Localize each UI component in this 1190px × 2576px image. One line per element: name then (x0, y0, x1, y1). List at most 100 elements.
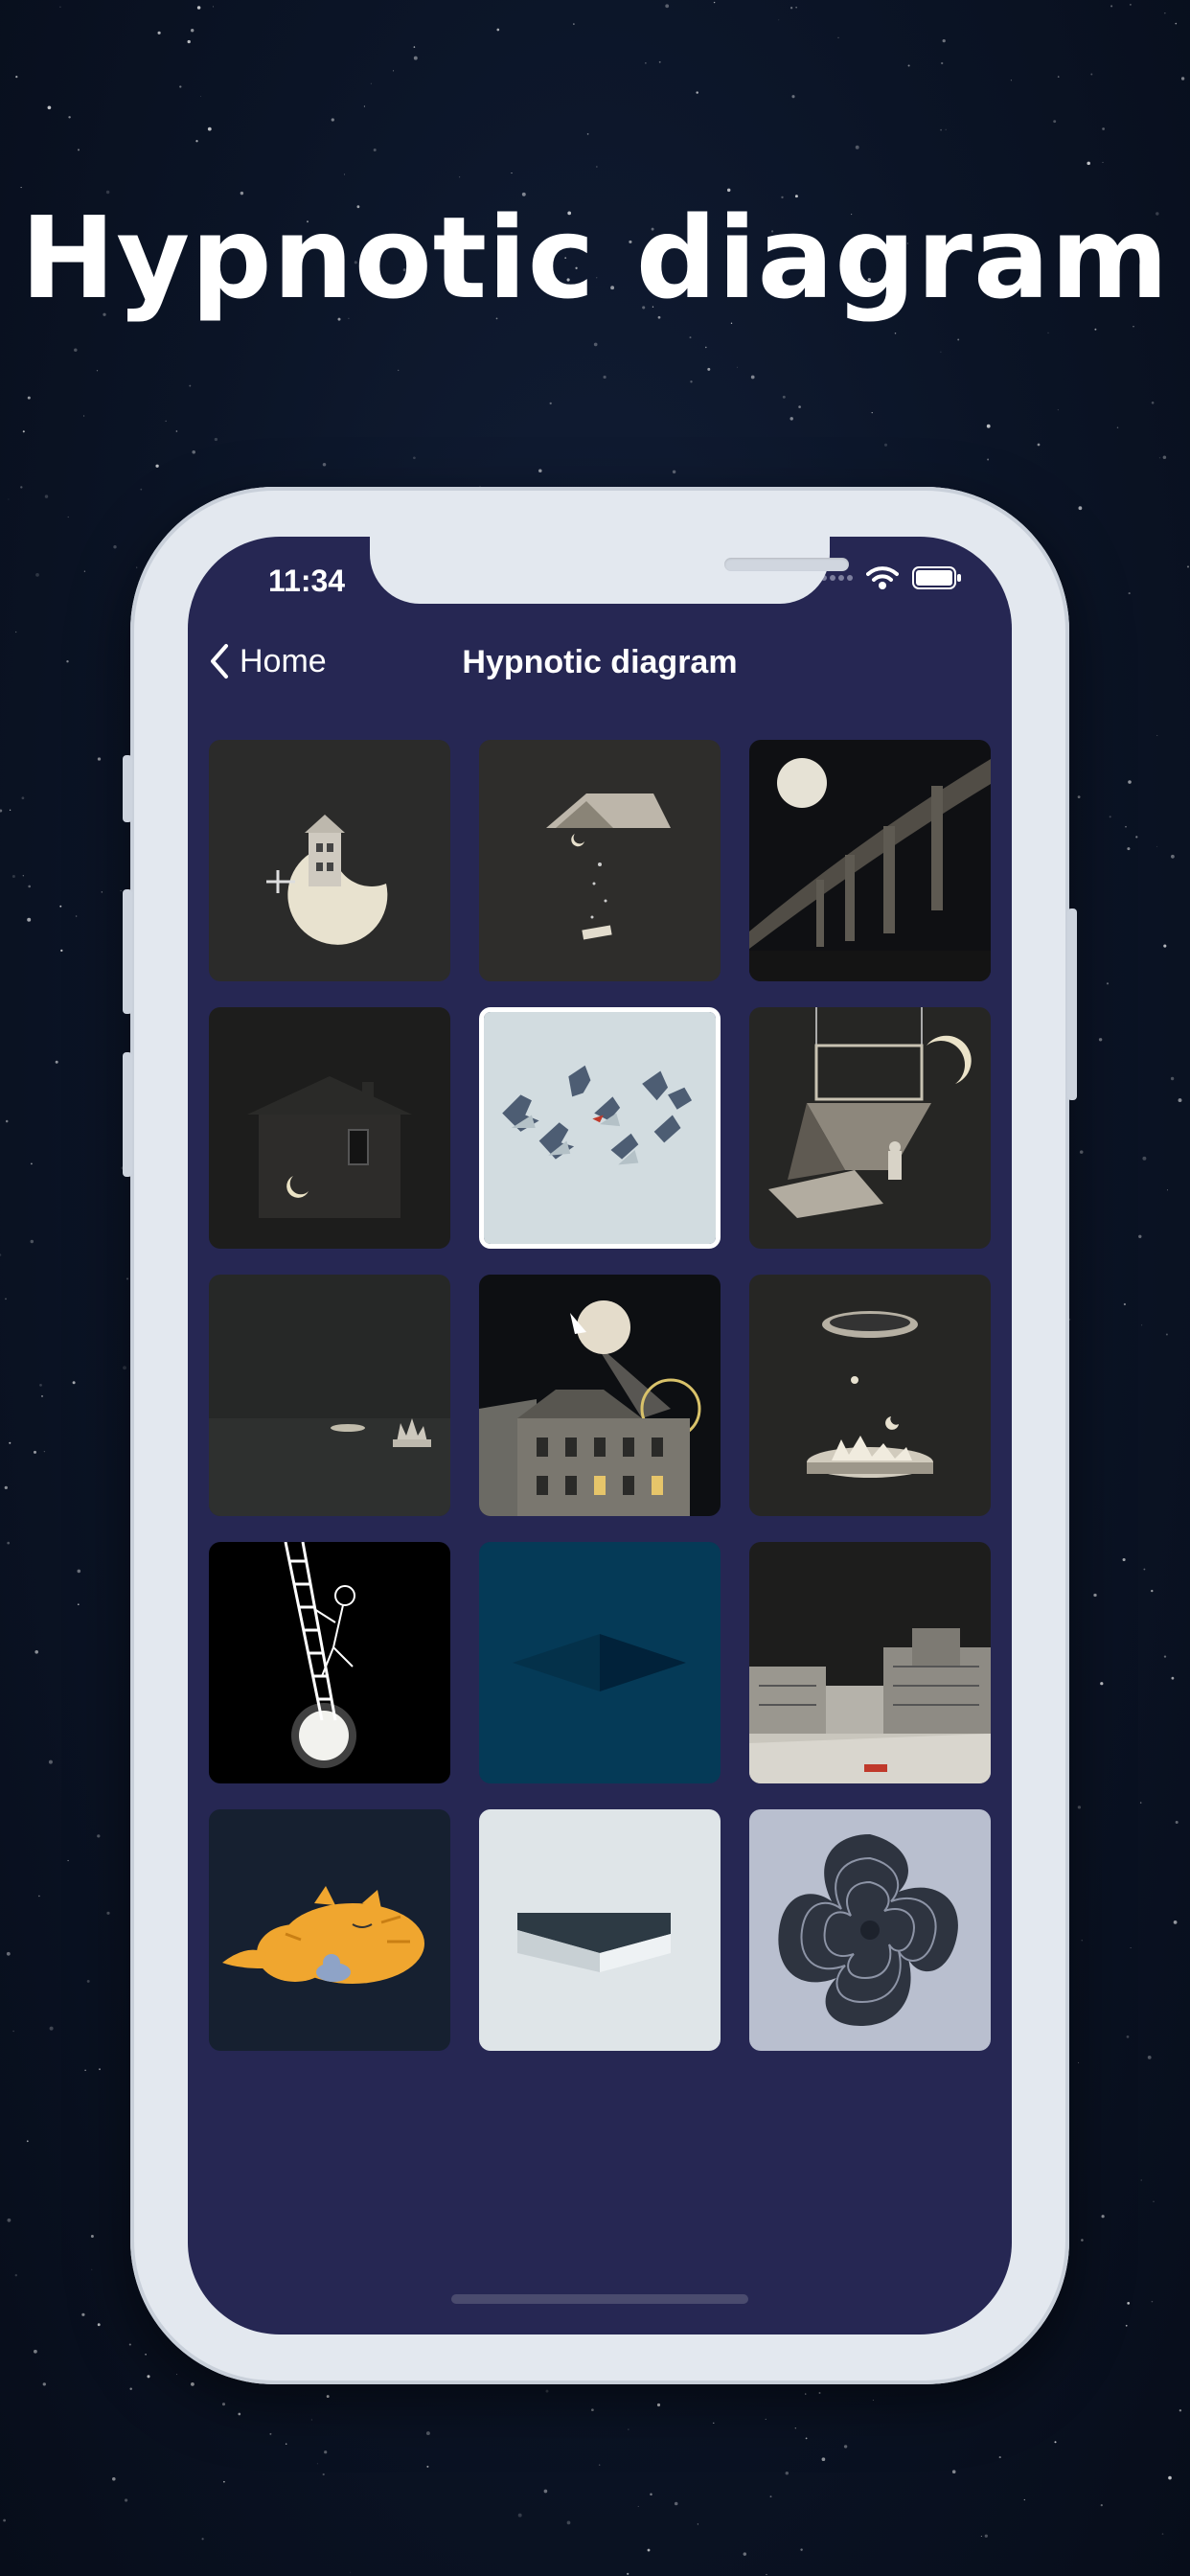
star (413, 456, 416, 460)
star (1037, 443, 1041, 447)
star (1125, 2324, 1128, 2327)
star (765, 2418, 767, 2420)
home-indicator[interactable] (451, 2294, 748, 2304)
star (176, 2374, 178, 2376)
star (322, 2472, 325, 2476)
star (38, 1895, 40, 1898)
gallery-item-dark-house-moon[interactable] (209, 1007, 450, 1249)
star (1106, 982, 1110, 985)
star (1094, 328, 1097, 331)
star (941, 61, 944, 65)
star (14, 2274, 17, 2277)
star (1102, 161, 1104, 163)
star (27, 917, 32, 922)
star (1130, 1946, 1132, 1949)
star (125, 2498, 128, 2502)
star (155, 464, 159, 468)
star (998, 2456, 1001, 2459)
star (426, 2465, 429, 2468)
star (21, 796, 25, 800)
gallery-item-sleeping-cat[interactable] (209, 1809, 450, 2051)
star (1173, 1920, 1178, 1924)
star (55, 1060, 58, 1064)
star (97, 1834, 101, 1838)
gallery-item-shadow-hands[interactable] (479, 1007, 721, 1249)
star (782, 395, 786, 399)
gallery-item-city-moon-ferris-wheel[interactable] (479, 1275, 721, 1516)
star (43, 1450, 46, 1453)
star (1100, 2503, 1103, 2507)
app-screen: 11:34 Home Hypnotic diagram (188, 537, 1012, 2334)
star (350, 2571, 352, 2573)
star (1128, 592, 1131, 595)
star (1123, 1302, 1127, 1306)
star (28, 885, 32, 888)
star (1081, 2239, 1084, 2242)
star (22, 875, 24, 877)
star (140, 488, 143, 491)
star (147, 2375, 150, 2379)
gallery-item-spiral-flower[interactable] (749, 1809, 991, 2051)
star (1186, 565, 1190, 568)
star (195, 140, 198, 143)
gallery-item-city-rooftops[interactable] (749, 1542, 991, 1783)
battery-icon (912, 566, 961, 589)
star (627, 2572, 629, 2575)
star (1057, 409, 1059, 411)
star (191, 29, 195, 33)
star (8, 498, 10, 500)
gallery-item-blue-diamond[interactable] (479, 1542, 721, 1783)
gallery-item-moon-house[interactable] (209, 740, 450, 981)
gallery-item-flying-roof[interactable] (479, 740, 721, 981)
gallery-item-hanging-frame-moon[interactable] (749, 1007, 991, 1249)
star (984, 2534, 988, 2538)
star (1023, 2498, 1025, 2501)
star (940, 351, 942, 353)
star (458, 176, 461, 178)
star (1142, 1156, 1147, 1161)
star (35, 573, 39, 577)
star (310, 2419, 313, 2421)
star (49, 2026, 54, 2031)
star (1171, 854, 1175, 859)
star (47, 105, 52, 110)
star (987, 458, 990, 461)
gallery-item-ladder-climber[interactable] (209, 1542, 450, 1783)
star (1165, 1333, 1168, 1336)
star (74, 348, 78, 352)
star (1101, 2215, 1105, 2219)
volume-up-button (123, 889, 132, 1014)
gallery-item-dark-field[interactable] (209, 1275, 450, 1516)
star (1175, 1821, 1179, 1824)
star (7, 1541, 11, 1545)
star (1090, 73, 1093, 76)
star (1140, 2179, 1142, 2181)
star (707, 367, 711, 371)
status-time: 11:34 (268, 564, 346, 598)
star (363, 105, 365, 107)
star (269, 2432, 272, 2435)
image-grid (209, 740, 991, 2051)
star (20, 486, 23, 489)
star (196, 6, 201, 10)
star (1129, 3, 1132, 6)
star (44, 494, 49, 498)
star (713, 1, 716, 4)
gallery-item-folded-paper[interactable] (479, 1809, 721, 2051)
star (9, 1441, 11, 1444)
star (157, 31, 161, 34)
star (736, 366, 738, 368)
star (1077, 1806, 1082, 1809)
star (656, 2403, 661, 2407)
star (77, 1569, 81, 1574)
gallery-item-night-bridge[interactable] (749, 740, 991, 981)
star (59, 6, 61, 8)
star (1078, 2061, 1080, 2063)
star (1078, 506, 1083, 511)
star (1128, 780, 1132, 784)
gallery-item-floating-island[interactable] (749, 1275, 991, 1516)
star (398, 369, 400, 372)
star (795, 7, 797, 9)
star (136, 566, 138, 568)
star (238, 2412, 241, 2416)
